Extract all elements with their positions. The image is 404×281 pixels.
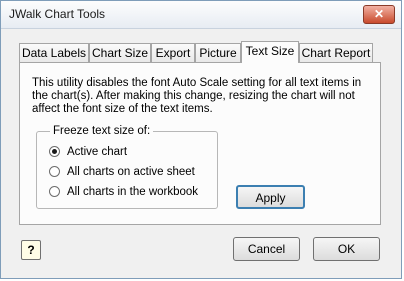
group-label: Freeze text size of: [50, 125, 154, 137]
tab-chart-report[interactable]: Chart Report [299, 43, 373, 62]
radio-label: All charts on active sheet [67, 166, 195, 178]
close-button[interactable]: ✕ [363, 5, 395, 24]
ok-button[interactable]: OK [313, 237, 380, 261]
radio-button[interactable] [49, 166, 60, 177]
help-button[interactable]: ? [21, 240, 41, 260]
apply-button[interactable]: Apply [236, 185, 305, 209]
window-title: JWalk Chart Tools [9, 7, 106, 21]
cancel-button[interactable]: Cancel [233, 237, 300, 261]
help-icon: ? [27, 243, 35, 257]
tab-data-labels[interactable]: Data Labels [19, 43, 89, 62]
radio-label: All charts in the workbook [67, 186, 199, 198]
title-bar[interactable]: JWalk Chart Tools ✕ [1, 1, 401, 29]
tab-export[interactable]: Export [151, 43, 195, 62]
tab-chart-size[interactable]: Chart Size [89, 43, 151, 62]
tab-text-size[interactable]: Text Size [241, 41, 299, 63]
radio-button-selected[interactable] [49, 146, 60, 157]
radio-button[interactable] [49, 186, 60, 197]
radio-label: Active chart [67, 146, 128, 158]
close-icon: ✕ [373, 7, 385, 21]
text-size-panel: This utility disables the font Auto Scal… [19, 62, 381, 225]
description-text: This utility disables the font Auto Scal… [32, 77, 362, 115]
tab-picture[interactable]: Picture [195, 43, 241, 62]
dialog-window: JWalk Chart Tools ✕ Data Labels Chart Si… [0, 0, 402, 279]
